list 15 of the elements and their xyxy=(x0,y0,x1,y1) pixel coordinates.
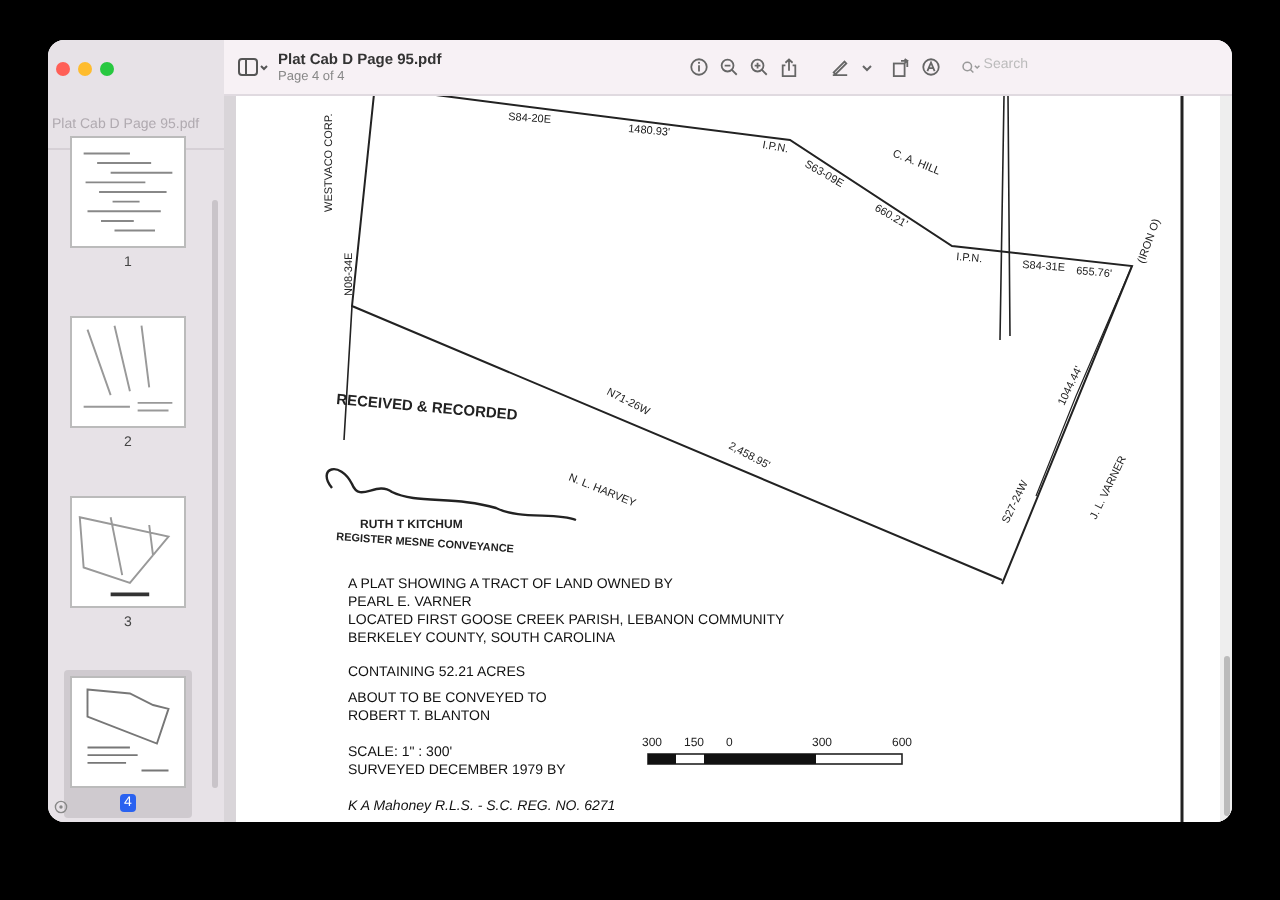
page-thumbnail-drawing xyxy=(70,316,186,428)
search-icon xyxy=(961,59,980,75)
page-thumbnail-drawing xyxy=(70,676,186,788)
markup-icon[interactable] xyxy=(921,58,940,76)
chevron-down-icon[interactable] xyxy=(861,63,872,71)
info-icon[interactable] xyxy=(689,58,708,76)
zoom-out-icon[interactable] xyxy=(719,58,738,76)
settings-icon[interactable] xyxy=(54,800,68,814)
page-thumbnail-drawing xyxy=(70,496,186,608)
rotate-icon[interactable] xyxy=(891,57,910,77)
share-icon[interactable] xyxy=(779,57,798,77)
sidebar-toggle-icon[interactable] xyxy=(238,58,268,76)
page-thumbnail-drawing xyxy=(70,136,186,248)
zoom-in-icon[interactable] xyxy=(749,58,768,76)
pen-icon[interactable] xyxy=(829,58,850,76)
